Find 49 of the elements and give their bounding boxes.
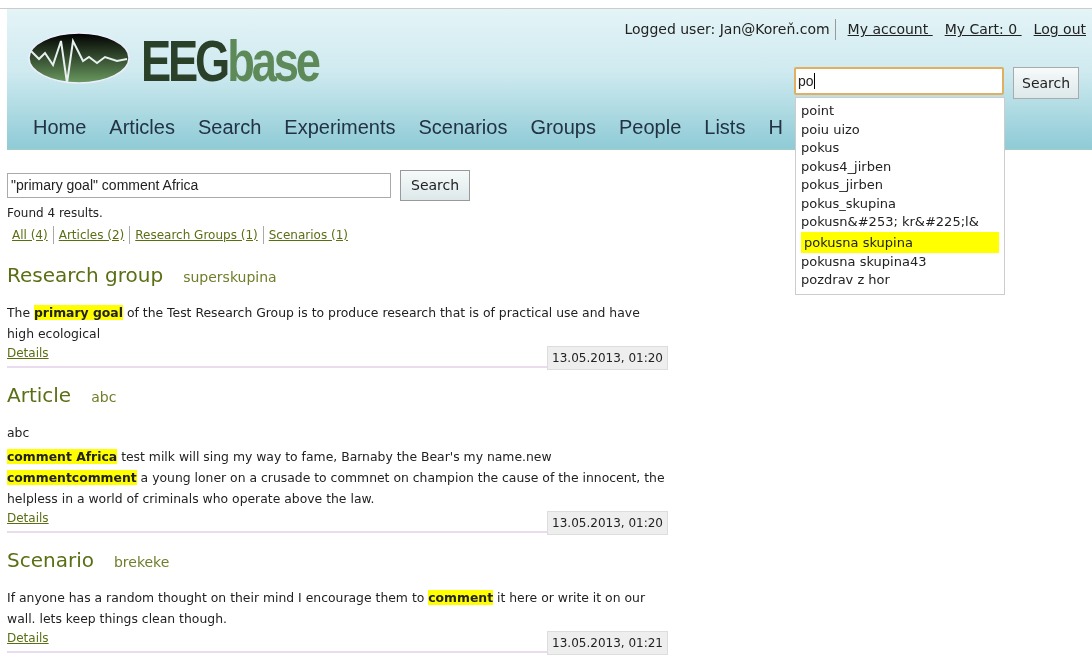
search-button[interactable]: Search [1013,67,1080,99]
nav-link[interactable]: People [619,112,682,142]
search-field[interactable]: "primary goal" comment Africa [7,173,391,198]
filter-link[interactable]: Research Groups (1) [129,226,263,244]
suggestion-item[interactable]: pokus_jirben [801,176,999,195]
result-title[interactable]: superskupina [183,267,277,288]
result-text: abc [7,424,31,442]
suggestion-item[interactable]: pokusna skupina43 [801,252,999,271]
suggestion-item[interactable]: pokus [801,139,999,158]
logo-text: EEGbase [141,32,318,90]
logged-user-text: Logged user: Jan@Koreň.com [624,19,836,40]
result-title[interactable]: brekeke [113,552,170,573]
search-button[interactable]: Search [400,170,471,201]
filter-link[interactable]: All (4) [12,226,53,244]
result-text: If anyone has a random thought on their mind I encourage them to comment it here or write it on our wall. lets keep things clean though. [7,589,646,628]
suggestion-item[interactable]: pozdrav z hor [801,271,999,290]
details-link[interactable]: Details [7,344,49,362]
user-link[interactable]: Log out [1033,19,1086,40]
nav-link[interactable]: Groups [530,112,596,142]
result-title[interactable]: abc [91,387,117,408]
filter-link[interactable]: Scenarios (1) [262,226,353,244]
nav-link[interactable]: H [768,112,783,142]
nav-link[interactable]: Articles [109,112,175,142]
nav-link[interactable]: Search [197,112,262,142]
user-link[interactable]: My Cart: 0 [944,19,1022,40]
result-type: Article [7,382,72,409]
nav-link[interactable]: Home [33,112,87,142]
result-text: The primary goal of the Test Research Group is to produce research that is of practical use and have high ecological [7,304,641,343]
suggestion-item[interactable]: pokus4_jirben [801,157,999,176]
suggestion-item[interactable]: pokus_skupina [801,194,999,213]
suggestion-item[interactable]: poiu uizo [801,120,999,139]
details-link[interactable]: Details [7,509,49,527]
details-link[interactable]: Details [7,629,49,647]
result-type: Scenario [7,547,94,574]
suggestion-item[interactable]: pokusn&#253; kr&#225;l& [801,213,999,232]
nav-link[interactable]: Experiments [284,112,396,142]
date-label: 13.05.2013, 01:20 [547,346,668,370]
nav-link[interactable]: Scenarios [418,112,508,142]
result-type: Research group [7,262,164,289]
search-field[interactable]: po [794,67,1004,95]
date-label: 13.05.2013, 01:21 [547,631,668,655]
suggestion-item[interactable]: pokusna skupina [801,231,999,253]
filter-link[interactable]: Articles (2) [52,226,130,244]
nav-link[interactable]: Lists [704,112,746,142]
result-text: comment Africa test milk will sing my way to fame, Barnaby the Bear's my name.new commentcomment a young loner on a crusade to commnet on champion the cause of the innocent, the helpless in a world of criminals who operate above the law. [7,448,666,508]
user-link[interactable]: My account [847,19,933,40]
date-label: 13.05.2013, 01:20 [547,511,668,535]
results-count: Found 4 results. [7,205,104,222]
suggestion-item[interactable]: point [801,102,999,121]
